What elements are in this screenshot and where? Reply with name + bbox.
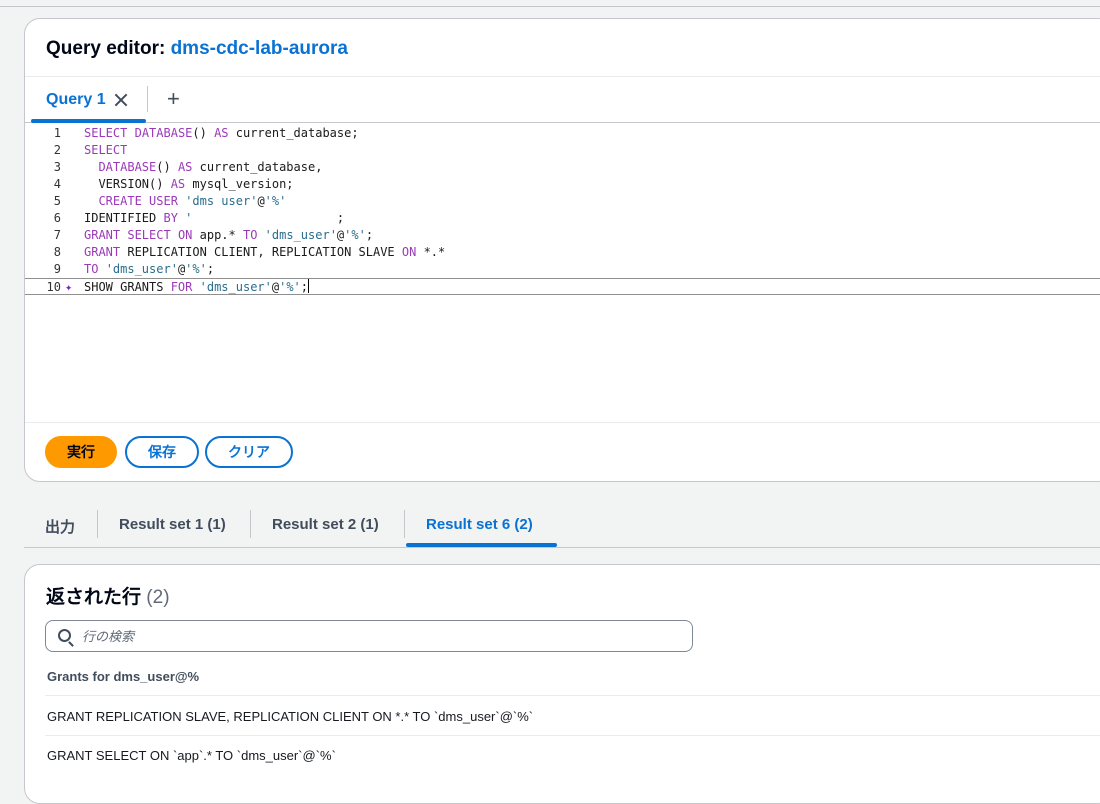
table-row: GRANT REPLICATION SLAVE, REPLICATION CLI…: [47, 709, 534, 724]
tab-separator: [147, 86, 148, 112]
tab-output[interactable]: 出力: [45, 516, 75, 537]
code-text: GRANT SELECT ON app.* TO 'dms_user'@'%';: [84, 228, 374, 242]
tab-query-1[interactable]: Query 1: [46, 91, 128, 109]
add-tab-button[interactable]: +: [167, 86, 180, 112]
code-text: SELECT: [84, 143, 128, 157]
row-divider: [45, 695, 1100, 696]
code-line[interactable]: 7 GRANT SELECT ON app.* TO 'dms_user'@'%'…: [25, 227, 1100, 244]
code-line[interactable]: 8 GRANT REPLICATION CLIENT, REPLICATION S…: [25, 244, 1100, 261]
save-button[interactable]: 保存: [125, 436, 199, 468]
code-text: TO 'dms_user'@'%';: [84, 262, 215, 276]
search-icon: [58, 629, 71, 642]
row-divider: [45, 735, 1100, 736]
result-tabs: 出力 Result set 1 (1) Result set 2 (1) Res…: [24, 500, 1100, 548]
code-line[interactable]: 9 TO 'dms_user'@'%';: [25, 261, 1100, 278]
row-search: [45, 620, 693, 652]
tab-query-1-label: Query 1: [46, 91, 106, 108]
line-number: 1: [53, 126, 61, 140]
tab-separator: [404, 510, 405, 538]
code-line[interactable]: 6 IDENTIFIED BY ' ;: [25, 210, 1100, 227]
code-text: GRANT REPLICATION CLIENT, REPLICATION SL…: [84, 245, 446, 259]
code-line[interactable]: 10 ✦ SHOW GRANTS FOR 'dms_user'@'%';: [25, 278, 1100, 295]
tab-result-set-6[interactable]: Result set 6 (2): [426, 516, 533, 533]
line-number: 3: [53, 160, 61, 174]
code-text: VERSION() AS mysql_version;: [84, 177, 294, 191]
line-number: 7: [53, 228, 61, 242]
top-divider: [0, 6, 1100, 7]
line-number: 9: [53, 262, 61, 276]
sql-code-editor[interactable]: 1 SELECT DATABASE() AS current_database; 2…: [25, 124, 1100, 422]
rows-title-label: 返された行: [46, 587, 142, 608]
row-search-input[interactable]: [82, 625, 682, 647]
tab-result-set-1[interactable]: Result set 1 (1): [119, 516, 226, 533]
query-tabs: Query 1 +: [25, 77, 1100, 123]
code-text: SHOW GRANTS FOR 'dms_user'@'%';: [84, 279, 310, 294]
line-number: 6: [53, 211, 61, 225]
code-line[interactable]: 3 DATABASE() AS current_database,: [25, 159, 1100, 176]
tab-separator: [250, 510, 251, 538]
editor-title-prefix: Query editor:: [46, 38, 171, 59]
code-line[interactable]: 4 VERSION() AS mysql_version;: [25, 176, 1100, 193]
column-header-grants[interactable]: Grants for dms_user@%: [47, 669, 199, 684]
rows-count: (2): [146, 587, 170, 608]
editor-title: Query editor: dms-cdc-lab-aurora: [46, 38, 348, 60]
clear-button[interactable]: クリア: [205, 436, 293, 468]
code-text: IDENTIFIED BY ' ;: [84, 211, 345, 225]
line-number: 8: [53, 245, 61, 259]
code-text: SELECT DATABASE() AS current_database;: [84, 126, 359, 140]
run-button[interactable]: 実行: [45, 436, 117, 468]
active-tab-indicator: [406, 543, 557, 547]
code-line[interactable]: 5 CREATE USER 'dms user'@'%': [25, 193, 1100, 210]
code-text: CREATE USER 'dms user'@'%': [98, 194, 287, 208]
line-number: 5: [53, 194, 61, 208]
footer-divider: [25, 422, 1100, 423]
sparkle-icon[interactable]: ✦: [65, 279, 72, 296]
code-text: DATABASE() AS current_database,: [98, 160, 323, 174]
close-icon[interactable]: [114, 93, 128, 107]
line-number: 4: [53, 177, 61, 191]
code-line[interactable]: 1 SELECT DATABASE() AS current_database;: [25, 125, 1100, 142]
line-number: 10: [46, 280, 61, 294]
table-row: GRANT SELECT ON `app`.* TO `dms_user`@`%…: [47, 748, 336, 763]
code-line[interactable]: 2 SELECT: [25, 142, 1100, 159]
tab-separator: [97, 510, 98, 538]
query-editor-panel: Query editor: dms-cdc-lab-aurora Query 1…: [24, 18, 1100, 482]
active-tab-indicator: [31, 119, 146, 123]
line-number: 2: [53, 143, 61, 157]
cluster-link[interactable]: dms-cdc-lab-aurora: [171, 38, 348, 59]
rows-title: 返された行 (2): [46, 582, 170, 609]
tab-result-set-2[interactable]: Result set 2 (1): [272, 516, 379, 533]
returned-rows-panel: 返された行 (2) Grants for dms_user@% GRANT RE…: [24, 564, 1100, 804]
